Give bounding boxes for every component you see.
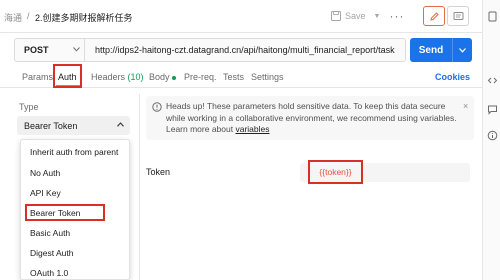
tab-body-label: Body bbox=[149, 72, 170, 82]
notice-body: Heads up! These parameters hold sensitiv… bbox=[166, 101, 457, 134]
dropdown-option[interactable]: No Auth bbox=[30, 168, 60, 178]
document-icon[interactable] bbox=[487, 11, 498, 22]
token-value-highlight: {{token}} bbox=[308, 160, 363, 184]
save-button[interactable]: Save bbox=[326, 7, 371, 25]
http-method-value: POST bbox=[24, 45, 49, 55]
tab-params[interactable]: Params bbox=[22, 72, 53, 82]
save-icon bbox=[331, 11, 341, 21]
auth-tab-highlight bbox=[53, 64, 82, 88]
send-options-chevron-down-icon[interactable] bbox=[453, 47, 472, 53]
tab-headers[interactable]: Headers (10) bbox=[91, 72, 144, 82]
edit-mode-button[interactable] bbox=[423, 6, 445, 26]
auth-type-dropdown: Inherit auth from parent No Auth API Key… bbox=[20, 139, 130, 280]
notice-message: Heads up! These parameters hold sensitiv… bbox=[166, 101, 466, 136]
tab-body[interactable]: Body bbox=[149, 72, 176, 82]
bearer-token-highlight bbox=[25, 204, 105, 221]
code-icon[interactable] bbox=[487, 75, 498, 86]
more-options-button[interactable]: ··· bbox=[389, 7, 405, 25]
chevron-down-icon bbox=[73, 47, 80, 52]
dropdown-option[interactable]: Inherit auth from parent bbox=[30, 147, 118, 157]
tab-headers-label: Headers bbox=[91, 72, 126, 82]
request-title[interactable]: 2.创建多期财报解析任务 bbox=[35, 11, 133, 24]
send-button[interactable]: Send bbox=[410, 38, 472, 62]
save-label: Save bbox=[345, 11, 366, 21]
pencil-icon bbox=[429, 11, 439, 21]
breadcrumb-separator: / bbox=[27, 11, 30, 21]
request-url-bar: POST http://idps2-haitong-czt.datagrand.… bbox=[14, 38, 406, 62]
breadcrumb-root[interactable]: 海通 bbox=[4, 11, 22, 24]
auth-type-value: Bearer Token bbox=[24, 120, 78, 131]
comment-icon bbox=[453, 11, 463, 20]
http-method-select[interactable]: POST bbox=[15, 39, 85, 61]
auth-type-label: Type bbox=[19, 102, 39, 112]
dropdown-option[interactable]: API Key bbox=[30, 188, 61, 198]
body-indicator-dot bbox=[171, 75, 176, 80]
info-icon[interactable] bbox=[487, 130, 498, 141]
sensitive-data-notice: Heads up! These parameters hold sensitiv… bbox=[146, 96, 474, 140]
tab-prereq[interactable]: Pre-req. bbox=[184, 72, 217, 82]
dropdown-option[interactable]: Digest Auth bbox=[30, 248, 73, 258]
tab-settings[interactable]: Settings bbox=[251, 72, 284, 82]
chevron-down-icon bbox=[117, 122, 124, 127]
send-label: Send bbox=[418, 44, 444, 56]
dropdown-option[interactable]: OAuth 1.0 bbox=[30, 268, 68, 278]
auth-type-select[interactable]: Bearer Token bbox=[17, 116, 130, 135]
top-bar: 海通 / 2.创建多期财报解析任务 Save ▼ ··· bbox=[0, 0, 482, 33]
url-input[interactable]: http://idps2-haitong-czt.datagrand.cn/ap… bbox=[95, 45, 395, 55]
right-sidebar bbox=[482, 0, 500, 280]
close-icon[interactable]: × bbox=[463, 101, 468, 111]
comment-icon[interactable] bbox=[487, 104, 498, 115]
token-variable[interactable]: {{token}} bbox=[319, 167, 351, 177]
dropdown-option[interactable]: Basic Auth bbox=[30, 228, 70, 238]
warning-icon bbox=[152, 102, 162, 112]
panel-divider bbox=[139, 94, 140, 280]
tab-tests[interactable]: Tests bbox=[223, 72, 244, 82]
variables-link[interactable]: variables bbox=[235, 124, 269, 134]
save-options-chevron-down-icon[interactable]: ▼ bbox=[371, 7, 383, 25]
token-label: Token bbox=[146, 167, 171, 177]
cookies-link[interactable]: Cookies bbox=[435, 72, 470, 82]
headers-count-badge: (10) bbox=[127, 72, 144, 82]
documentation-button[interactable] bbox=[447, 6, 469, 26]
